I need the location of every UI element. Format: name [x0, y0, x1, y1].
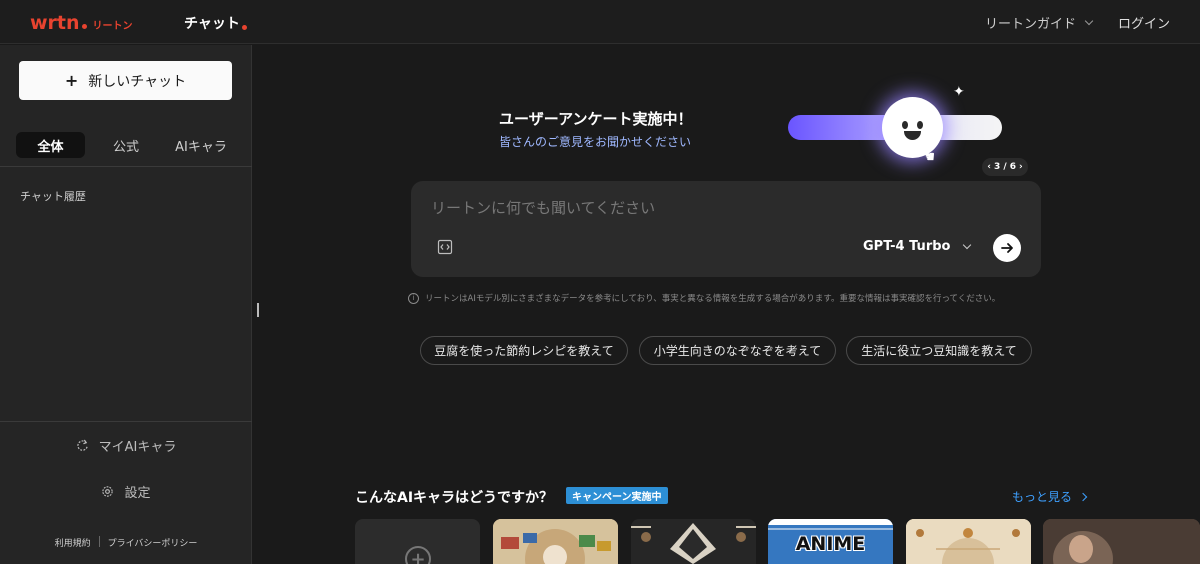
sidebar: + 新しいチャット 全体 公式 AIキャラ チャット履歴 マイAIキャラ 設定 … [0, 45, 252, 564]
sidebar-resize-handle[interactable] [257, 303, 259, 317]
characters-section-title: こんなAIキャラはどうですか？ [355, 490, 554, 506]
logo-dot [81, 24, 87, 29]
card-anime-text: ANIME [795, 533, 866, 555]
character-thumbnail [1043, 519, 1200, 564]
arrow-right-icon [1001, 243, 1013, 253]
nav-chat[interactable]: チャット [184, 13, 247, 33]
model-select[interactable]: GPT-4 Turbo [863, 239, 972, 254]
pointer-hand-icon: ☚ [921, 147, 936, 166]
refresh-sparkle-icon [76, 439, 88, 451]
top-bar: wrtn リートン チャット リートンガイド ログイン [0, 0, 1200, 44]
model-label: GPT-4 Turbo [863, 239, 951, 254]
see-more-label: もっと見る [1012, 490, 1073, 504]
login-button[interactable]: ログイン [1118, 13, 1170, 32]
settings-link[interactable]: 設定 [0, 482, 252, 501]
banner-subtitle[interactable]: 皆さんのご意見をお聞かせください [499, 133, 691, 150]
suggestion-chip[interactable]: 豆腐を使った節約レシピを教えて [420, 336, 628, 365]
logo-sub: リートン [92, 21, 133, 32]
prompt-input[interactable] [431, 199, 1021, 217]
character-card[interactable] [493, 519, 618, 564]
my-ai-chara-label: マイAIキャラ [98, 440, 177, 455]
sidebar-bottom: マイAIキャラ 設定 利用規約 プライバシーポリシー [0, 421, 252, 564]
character-card[interactable] [1043, 519, 1200, 564]
sidebar-tabs: 全体 公式 AIキャラ [0, 132, 252, 167]
new-chat-button[interactable]: + 新しいチャット [19, 61, 232, 100]
tab-all[interactable]: 全体 [16, 132, 85, 158]
plus-icon: + [64, 71, 79, 90]
send-button[interactable] [993, 234, 1021, 262]
add-character-card[interactable]: + [355, 519, 480, 564]
character-thumbnail [631, 519, 756, 564]
my-ai-chara-link[interactable]: マイAIキャラ [0, 436, 252, 455]
logo-text: wrtn [30, 12, 80, 34]
suggestion-chip[interactable]: 小学生向きのなぞなぞを考えて [639, 336, 836, 365]
chevron-down-icon [963, 240, 972, 250]
info-icon: i [408, 292, 419, 304]
privacy-link[interactable]: プライバシーポリシー [108, 536, 198, 549]
chevron-right-icon [1078, 492, 1088, 501]
code-block-icon[interactable] [437, 239, 453, 255]
pager-next-icon[interactable]: › [1019, 162, 1023, 172]
guide-dropdown[interactable]: リートンガイド [985, 13, 1094, 32]
pager-text: 3 / 6 [993, 162, 1017, 172]
tab-official[interactable]: 公式 [96, 132, 156, 158]
chevron-down-icon [1084, 16, 1094, 25]
disclaimer-text: リートンはAIモデル別にさまざまなデータを参考にしており、事実と異なる情報を生成… [425, 294, 1001, 304]
smiley-eye [902, 121, 908, 129]
footer-links: 利用規約 プライバシーポリシー [0, 536, 252, 549]
character-card[interactable] [906, 519, 1031, 564]
smiley-eye [917, 121, 923, 129]
wrtn-logo[interactable]: wrtn リートン [30, 12, 133, 34]
settings-label: 設定 [124, 486, 151, 501]
campaign-badge: キャンペーン実施中 [566, 487, 668, 504]
see-more-link[interactable]: もっと見る [1012, 488, 1088, 505]
add-circle-icon: + [405, 546, 431, 564]
banner-pager[interactable]: ‹ 3 / 6 › [982, 158, 1028, 176]
guide-label: リートンガイド [985, 17, 1077, 32]
chat-history-label: チャット履歴 [20, 190, 86, 203]
banner-title[interactable]: ユーザーアンケート実施中！ [499, 108, 693, 129]
prompt-box: GPT-4 Turbo [411, 181, 1041, 277]
character-card[interactable]: ANIME [768, 519, 893, 564]
new-chat-label: 新しいチャット [88, 73, 187, 90]
character-card[interactable] [631, 519, 756, 564]
smiley-mouth [904, 131, 921, 140]
character-thumbnail [493, 519, 618, 564]
sparkle-icon: ✦ [953, 84, 965, 100]
footer-divider [98, 536, 100, 547]
gear-icon [102, 486, 114, 497]
pager-prev-icon[interactable]: ‹ [987, 162, 991, 172]
nav-chat-label: チャット [184, 16, 240, 32]
disclaimer: i リートンはAIモデル別にさまざまなデータを参考にしており、事実と異なる情報を… [408, 292, 1000, 304]
suggestion-chip[interactable]: 生活に役立つ豆知識を教えて [846, 336, 1032, 365]
character-thumbnail [906, 519, 1031, 564]
nav-chat-dot [241, 25, 247, 30]
tab-ai-chara[interactable]: AIキャラ [166, 132, 236, 158]
terms-link[interactable]: 利用規約 [55, 536, 91, 549]
